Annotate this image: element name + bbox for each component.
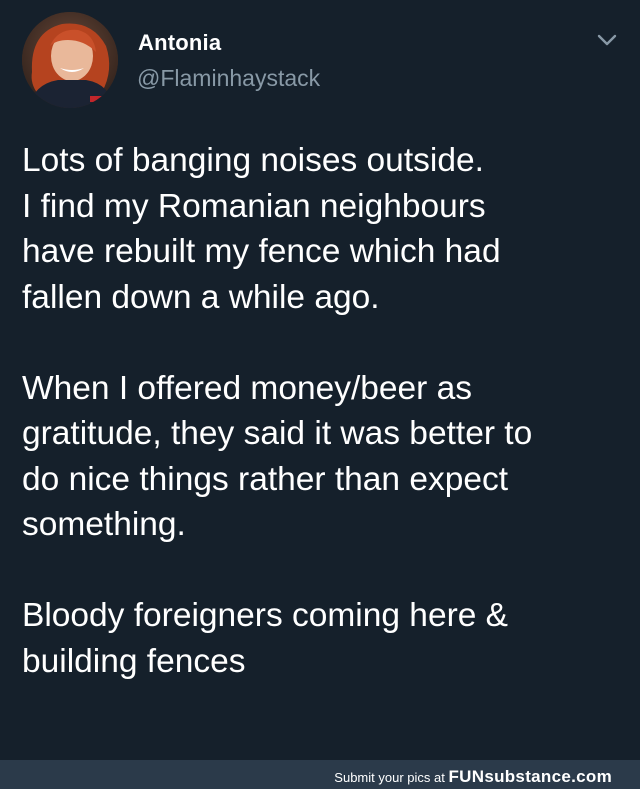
- chevron-down-icon[interactable]: [594, 30, 620, 50]
- tweet-paragraph: Lots of banging noises outside. I find m…: [22, 142, 501, 316]
- avatar-photo: [22, 12, 118, 108]
- tweet-paragraph: Bloody foreigners coming here & building…: [22, 597, 509, 680]
- submit-text: Submit your pics at: [334, 770, 445, 785]
- brand-substance: substance: [484, 767, 572, 786]
- tweet-card: Antonia @Flaminhaystack Lots of banging …: [0, 0, 640, 760]
- tweet-paragraph: When I offered money/beer as gratitude, …: [22, 369, 533, 544]
- avatar[interactable]: [22, 12, 118, 108]
- brand-fun: FUN: [448, 767, 485, 786]
- tweet-text: Lots of banging noises outside. I find m…: [22, 138, 622, 684]
- watermark-text: Submit your pics at FUNsubstance.com: [334, 767, 612, 787]
- user-handle[interactable]: @Flaminhaystack: [137, 65, 320, 92]
- display-name[interactable]: Antonia: [138, 30, 221, 56]
- watermark-bar: Submit your pics at FUNsubstance.com: [0, 760, 640, 789]
- brand-logo[interactable]: FUNsubstance.com: [448, 767, 612, 786]
- brand-suffix: .com: [571, 767, 612, 786]
